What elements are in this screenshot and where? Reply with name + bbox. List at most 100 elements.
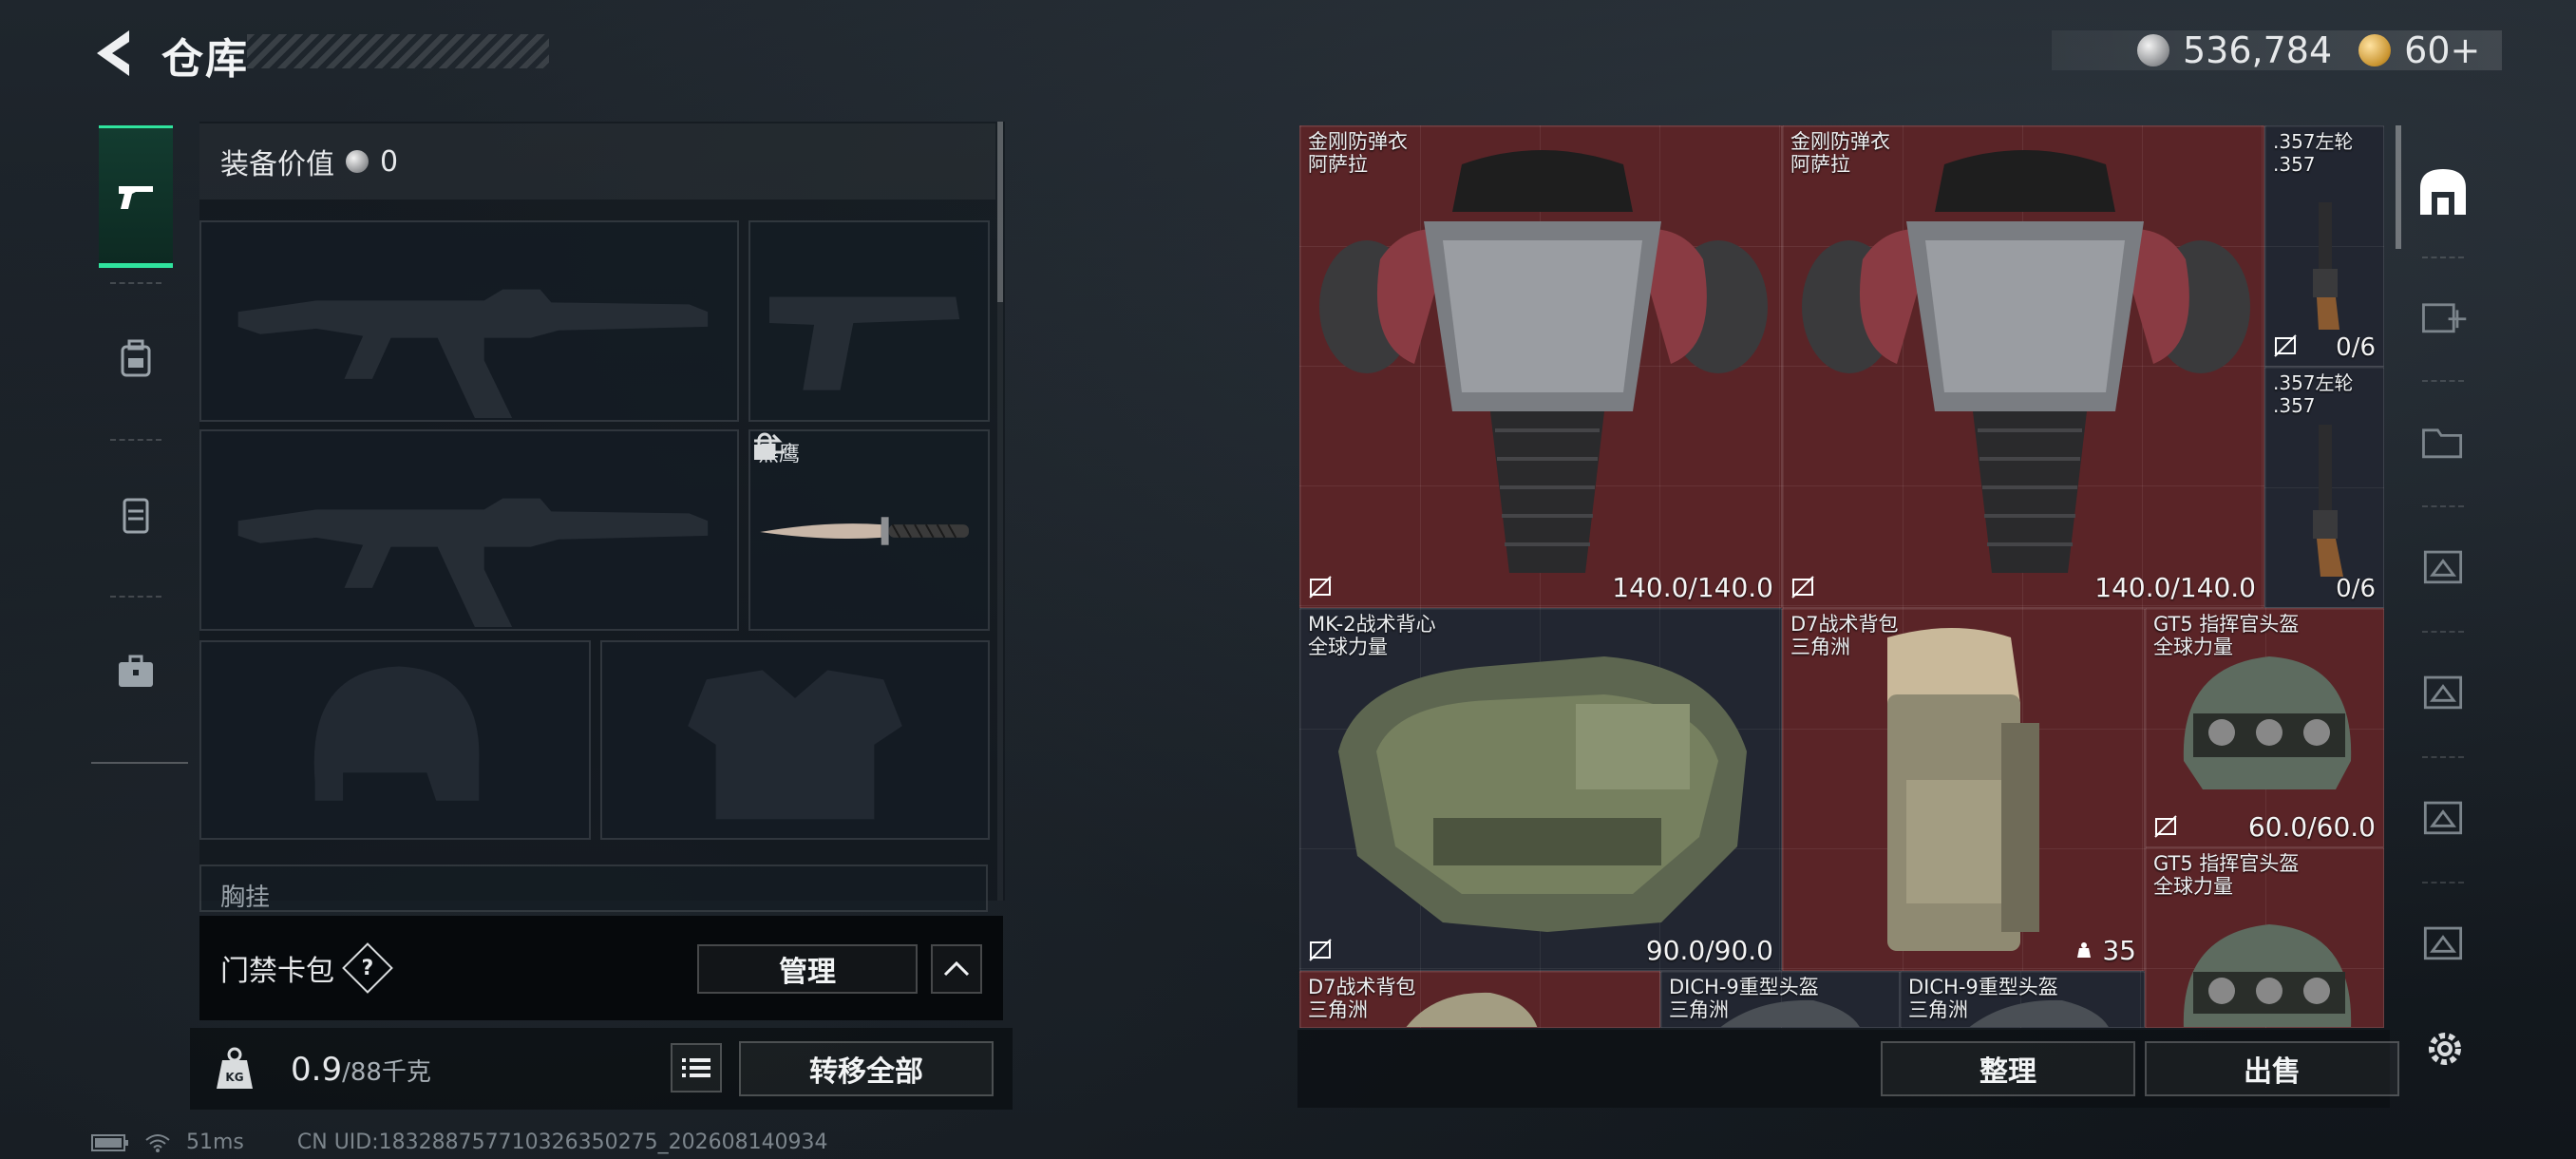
no-repair-icon [2274,334,2297,357]
pistol-silhouette-icon [769,296,960,390]
backpack-image [1406,992,1538,1027]
list-view-button[interactable] [671,1043,722,1092]
tab-vest[interactable] [99,444,173,586]
backpack-icon [121,339,151,377]
tab-divider [110,439,161,441]
inventory-item-backpack[interactable]: D7战术背包 三角洲 35 [1782,608,2145,971]
back-button[interactable] [87,25,135,82]
list-icon [682,1058,710,1077]
storage-icon [2420,169,2466,215]
tab-storage-6[interactable] [2413,787,2473,847]
heavy-armor-image [1802,150,2250,573]
storage-slot-icon [2423,926,2463,960]
chest-rig-slot[interactable]: 胸挂 [199,864,988,912]
inventory-item-tactical-vest[interactable]: MK-2战术背心 全球力量 90.0/90.0 [1299,608,1782,971]
lock-icon [754,432,775,460]
rifle-silhouette-icon [237,289,709,419]
gold-amount[interactable]: 60+ [2404,29,2480,71]
item-durability: 60.0/60.0 [2247,811,2376,843]
tab-storage-add[interactable] [2413,285,2473,346]
back-arrow-icon [97,30,129,76]
inventory-item-revolver[interactable]: .357左轮 .357 0/6 [2264,125,2384,367]
chevron-up-icon [943,960,970,977]
secondary-weapon-slot[interactable] [199,429,739,631]
melee-slot[interactable]: 黑鹰 [748,429,990,631]
tab-storage-5[interactable] [2413,661,2473,722]
keycard-pack-label: 门禁卡包 [220,955,334,988]
help-icon[interactable]: ? [342,942,393,994]
inventory-item-helmet[interactable]: GT5 指挥官头盔 全球力量 60.0/60.0 [2145,608,2384,847]
heavy-helmet-image [1720,999,1860,1027]
tab-storage-main[interactable] [2413,162,2473,222]
backpack-image [1887,628,2039,951]
item-ammo: 0/6 [2336,575,2376,603]
capacity-icon [2077,942,2092,958]
tab-supplies[interactable] [99,600,173,743]
gold-coin-icon [2358,34,2392,66]
sort-button[interactable]: 整理 [1881,1041,2135,1096]
settings-icon [2429,1033,2461,1065]
pistol-slot[interactable] [748,220,990,422]
commander-helmet-image [2183,924,2352,1027]
equipment-value-label: 装备价值 [220,148,334,181]
revolver-image [2313,425,2343,577]
category-tabs [91,116,188,764]
armor-slot[interactable] [600,640,990,840]
heavy-armor-image [1319,150,1768,573]
item-durability: 90.0/90.0 [1645,935,1773,966]
tab-divider [110,282,161,284]
tactical-vest-image [1338,656,1747,932]
pistol-icon [119,186,153,209]
primary-weapon-slot[interactable] [199,220,739,422]
helmet-slot[interactable] [199,640,591,840]
currency-bar: 536,784 60+ [2052,29,2502,71]
inventory-item-heavy-helmet[interactable]: DICH-9重型头盔 三角洲 [1900,971,2145,1028]
no-repair-icon [1309,576,1332,598]
inventory-item-armor[interactable]: 金刚防弹衣 阿萨拉 140.0/140.0 [1782,125,2264,608]
inventory-item-armor[interactable]: 金刚防弹衣 阿萨拉 140.0/140.0 [1299,125,1782,608]
inventory-item-helmet[interactable]: GT5 指挥官头盔 全球力量 [2145,847,2384,1028]
tab-backpack[interactable] [99,287,173,429]
rifle-silhouette-icon [237,498,709,628]
collapse-button[interactable] [931,944,982,994]
item-ammo: 0/6 [2336,333,2376,362]
page-title: 仓库 [161,35,249,84]
svg-text:KG: KG [225,1071,243,1084]
storage-slot-icon [2423,550,2463,584]
silver-coin-icon [2137,34,2169,66]
tab-storage-folder[interactable] [2413,410,2473,471]
tab-storage-7[interactable] [2413,912,2473,973]
helmet-silhouette-icon [313,666,480,801]
vest-icon [123,498,149,534]
title-stripe-decoration [247,34,549,68]
item-durability: 140.0/140.0 [1612,572,1773,603]
sell-button[interactable]: 出售 [2145,1041,2399,1096]
storage-slot-icon [2423,675,2463,710]
no-repair-icon [1309,939,1332,961]
battery-icon [91,1133,128,1151]
item-durability: 140.0/140.0 [2094,572,2256,603]
loadout-scrollbar[interactable] [997,122,1003,302]
transfer-all-button[interactable]: 转移全部 [739,1041,994,1096]
folder-icon [2422,428,2463,459]
silver-amount: 536,784 [2183,29,2333,71]
manage-button[interactable]: 管理 [697,944,918,994]
storage-tabs [2405,125,2481,1028]
inventory-scrollbar[interactable] [2396,125,2401,249]
weight-current: 0.9 [291,1051,343,1089]
no-repair-icon [2154,815,2177,838]
equipment-value-amount: 0 [380,144,399,179]
inventory-item-backpack[interactable]: D7战术背包 三角洲 [1299,971,1660,1028]
settings-button[interactable] [2420,1024,2470,1074]
silver-coin-icon [346,150,369,173]
weight-readout: 0.9/88千克 [291,1051,431,1089]
item-capacity: 35 [2074,935,2136,966]
weight-icon: KG [217,1047,253,1089]
inventory-item-revolver[interactable]: .357左轮 .357 0/6 [2264,367,2384,608]
tab-storage-4[interactable] [2413,536,2473,597]
armor-silhouette-icon [688,670,902,820]
ping-readout: 51ms [186,1130,244,1154]
tab-weapons[interactable] [99,125,173,268]
status-line: 51ms CN UID:1832887577103263502​75_20260… [91,1130,828,1154]
inventory-item-heavy-helmet[interactable]: DICH-9重型头盔 三角洲 [1660,971,1900,1028]
